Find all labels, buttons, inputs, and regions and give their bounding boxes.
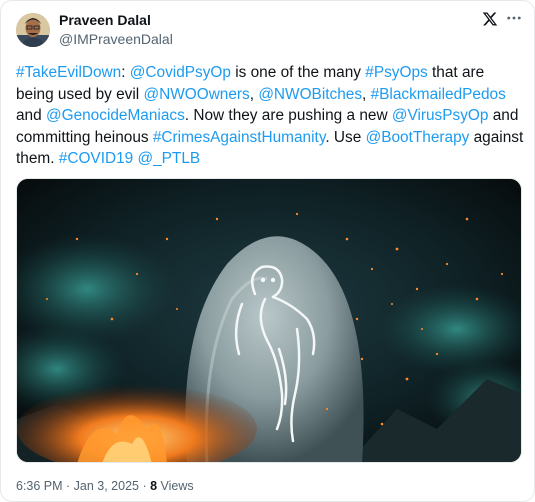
timestamp[interactable]: 6:36 PM · Jan 3, 2025 ·	[16, 479, 150, 493]
avatar-image	[16, 13, 50, 47]
tweet-text-segment: . Use	[325, 128, 366, 146]
tweet-image[interactable]	[16, 178, 522, 463]
hashtag-link[interactable]: #CrimesAgainstHumanity	[153, 129, 326, 146]
tweet-text-segment: ,	[362, 85, 371, 103]
tweet-image-artwork	[17, 179, 521, 462]
tweet-text-segment: :	[121, 64, 130, 81]
hashtag-link[interactable]: #TakeEvilDown	[16, 64, 121, 81]
author-name[interactable]: Praveen Dalal	[59, 12, 151, 28]
mention-link[interactable]: @NWOBitches	[258, 86, 362, 103]
tweet-text-segment: and	[16, 107, 46, 124]
avatar[interactable]	[16, 13, 50, 47]
hashtag-link[interactable]: #COVID19	[59, 150, 133, 167]
tweet-text: #TakeEvilDown: @CovidPsyOp is one of the…	[16, 62, 526, 170]
tweet-text-segment: . Now they are pushing a new	[184, 107, 392, 124]
x-logo-icon[interactable]	[482, 11, 498, 27]
mention-link[interactable]: @NWOOwners	[143, 86, 249, 103]
hashtag-link[interactable]: #BlackmailedPedos	[371, 86, 506, 103]
tweet-text-segment: is one of the many	[230, 64, 366, 81]
mention-link[interactable]: @GenocideManiacs	[46, 107, 185, 124]
mention-link[interactable]: @CovidPsyOp	[130, 64, 231, 81]
more-horizontal-icon[interactable]	[505, 9, 523, 27]
mention-link[interactable]: @BootTherapy	[366, 129, 470, 146]
hashtag-link[interactable]: #PsyOps	[365, 64, 427, 81]
author-handle[interactable]: @IMPraveenDalal	[59, 31, 173, 47]
tweet-card: Praveen Dalal @IMPraveenDalal #TakeEvilD…	[0, 0, 535, 502]
tweet-meta: 6:36 PM · Jan 3, 2025 · 8 Views	[16, 479, 194, 493]
mention-link[interactable]: @_PTLB	[137, 150, 200, 167]
views-label: Views	[157, 479, 194, 493]
mention-link[interactable]: @VirusPsyOp	[392, 107, 489, 124]
